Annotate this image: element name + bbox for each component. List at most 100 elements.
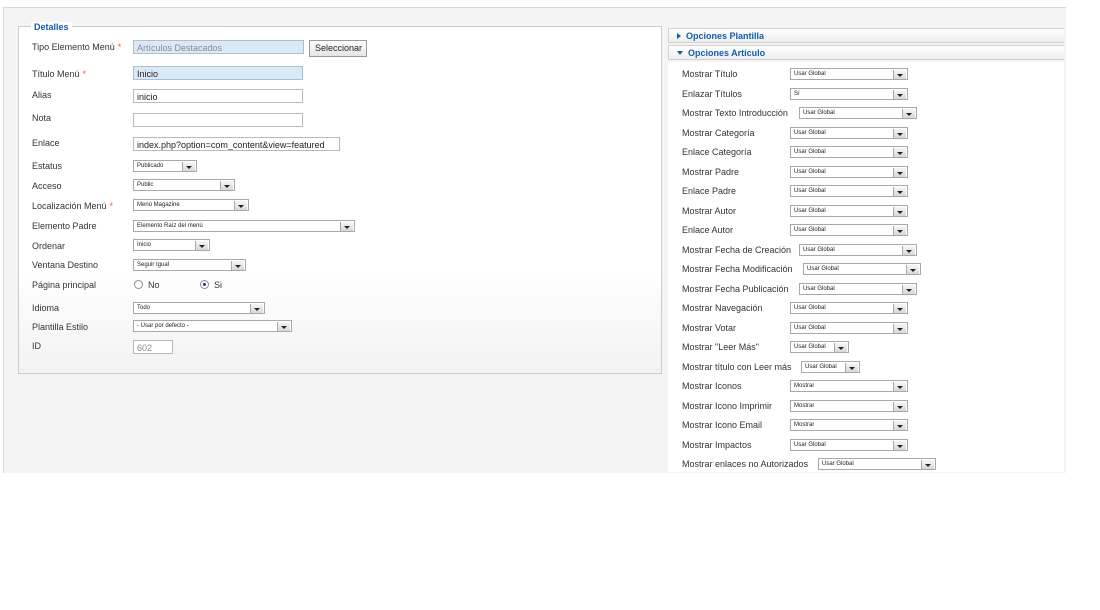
ventana-destino-select[interactable]: Seguir Igual [133,259,246,271]
chevron-down-icon [902,284,915,294]
article-option-label: Mostrar Impactos [682,439,752,450]
localizacion-select[interactable]: Menú Magazine [133,199,249,211]
article-option-label: Mostrar Texto Introducción [682,108,788,118]
radio-si[interactable] [200,280,209,289]
article-option-label: Mostrar enlaces no Autorizados [682,459,809,469]
idioma-label: Idioma [32,303,60,313]
acceso-select[interactable]: Public [133,179,235,191]
plantilla-estilo-select[interactable]: - Usar por defecto - [133,320,292,332]
article-option-select[interactable]: Usar Global [790,126,908,139]
seleccionar-button[interactable]: Seleccionar [309,40,367,57]
article-option-label: Mostrar Padre [682,166,740,177]
radio-si-label: Si [214,280,223,290]
article-option-label: Mostrar Votar [682,322,737,333]
idioma-select[interactable]: Todo [133,302,265,314]
article-option-select[interactable]: Usar Global [790,146,908,158]
chevron-down-icon [231,261,244,270]
article-option-select[interactable]: Usar Global [790,224,908,236]
chevron-down-icon [893,421,906,430]
article-option-label: Mostrar "Leer Más" [682,342,759,352]
chevron-down-icon [893,323,906,333]
acceso-label: Acceso [32,181,62,191]
chevron-down-icon [893,128,906,138]
article-option-select[interactable]: Usar Global [818,458,936,470]
article-option-select[interactable]: Usar Global [790,302,908,314]
article-option-select[interactable]: Usar Global [790,165,908,178]
plantilla-label: Plantilla Estilo [32,322,89,332]
article-option-label: Mostrar Icono Imprimir [682,400,773,411]
article-option-select[interactable]: Usar Global [803,263,921,275]
article-option-label: Enlazar Títulos [682,88,742,99]
required-mark: * [117,42,122,52]
chevron-down-icon [182,162,195,171]
article-option-select[interactable]: Usar Global [799,107,917,119]
article-option-select[interactable]: Usar Global [790,204,908,217]
chevron-down-icon [893,226,906,235]
chevron-down-icon [195,241,208,250]
ventana-label: Ventana Destino [32,260,99,270]
estatus-label: Estatus [32,161,63,171]
article-option-select[interactable]: Usar Global [790,185,908,197]
chevron-down-icon [834,343,847,352]
article-option-label: Enlace Padre [682,186,737,196]
chevron-down-icon [250,304,263,313]
chevron-down-icon [893,401,906,411]
article-option-select[interactable]: Usar Global [799,282,917,295]
enlace-label: Enlace [32,138,60,148]
chevron-down-icon [893,440,906,450]
chevron-down-icon [845,362,858,372]
chevron-down-icon [893,206,906,216]
chevron-down-icon [902,109,915,118]
expand-arrow-icon [677,33,681,39]
tipo-elemento-input[interactable]: Artículos Destacados [133,40,304,54]
enlace-input[interactable]: index.php?option=com_content&view=featur… [133,137,340,151]
article-option-label: Mostrar Fecha de Creación [682,244,792,255]
nota-label: Nota [32,113,52,123]
chevron-down-icon [893,148,906,157]
article-option-select[interactable]: Usar Global [790,341,849,353]
elemento-padre-select[interactable]: Elemento Raíz del menú [133,220,355,232]
article-option-select[interactable]: Sí [790,87,908,100]
id-input: 602 [133,340,173,354]
article-option-select[interactable]: Usar Global [801,360,860,373]
article-option-select[interactable]: Mostrar [790,380,908,392]
chevron-down-icon [893,304,906,313]
article-option-label: Mostrar Autor [682,205,737,216]
pagina-principal-label: Página principal [32,280,97,290]
required-mark: * [82,69,87,79]
ordenar-select[interactable]: Inicio [133,239,210,251]
details-fieldset [18,26,662,374]
alias-input[interactable]: inicio [133,89,303,103]
chevron-down-icon [906,265,919,274]
chevron-down-icon [921,460,934,469]
article-option-label: Mostrar Iconos [682,381,742,391]
article-option-select[interactable]: Mostrar [790,419,908,431]
radio-no[interactable] [134,280,143,289]
opciones-articulo-header[interactable]: Opciones Artículo [668,45,1064,60]
chevron-down-icon [893,382,906,391]
article-option-select[interactable]: Mostrar [790,399,908,412]
article-option-select[interactable]: Usar Global [790,321,908,334]
chevron-down-icon [277,322,290,331]
titulo-menu-input[interactable]: Inicio [133,66,303,80]
chevron-down-icon [234,201,247,210]
article-option-select[interactable]: Usar Global [790,68,908,80]
article-option-select[interactable]: Usar Global [799,243,917,256]
article-option-label: Mostrar Fecha Modificación [682,264,793,274]
article-option-label: Mostrar título con Leer más [682,361,792,372]
required-mark: * [109,201,114,211]
titulo-label: Título Menú * [32,69,87,79]
chevron-down-icon [893,167,906,177]
article-option-label: Enlace Categoría [682,147,752,157]
radio-no-label: No [148,280,160,290]
nota-input[interactable] [133,113,303,127]
article-option-select[interactable]: Usar Global [790,438,908,451]
estatus-select[interactable]: Publicado [133,160,197,172]
opciones-plantilla-header[interactable]: Opciones Plantilla [668,28,1064,43]
article-option-label: Mostrar Navegación [682,303,763,313]
padre-label: Elemento Padre [32,221,97,231]
article-option-label: Mostrar Icono Email [682,420,763,430]
chevron-down-icon [893,70,906,79]
article-option-label: Mostrar Categoría [682,127,755,138]
details-legend: Detalles [31,22,72,32]
